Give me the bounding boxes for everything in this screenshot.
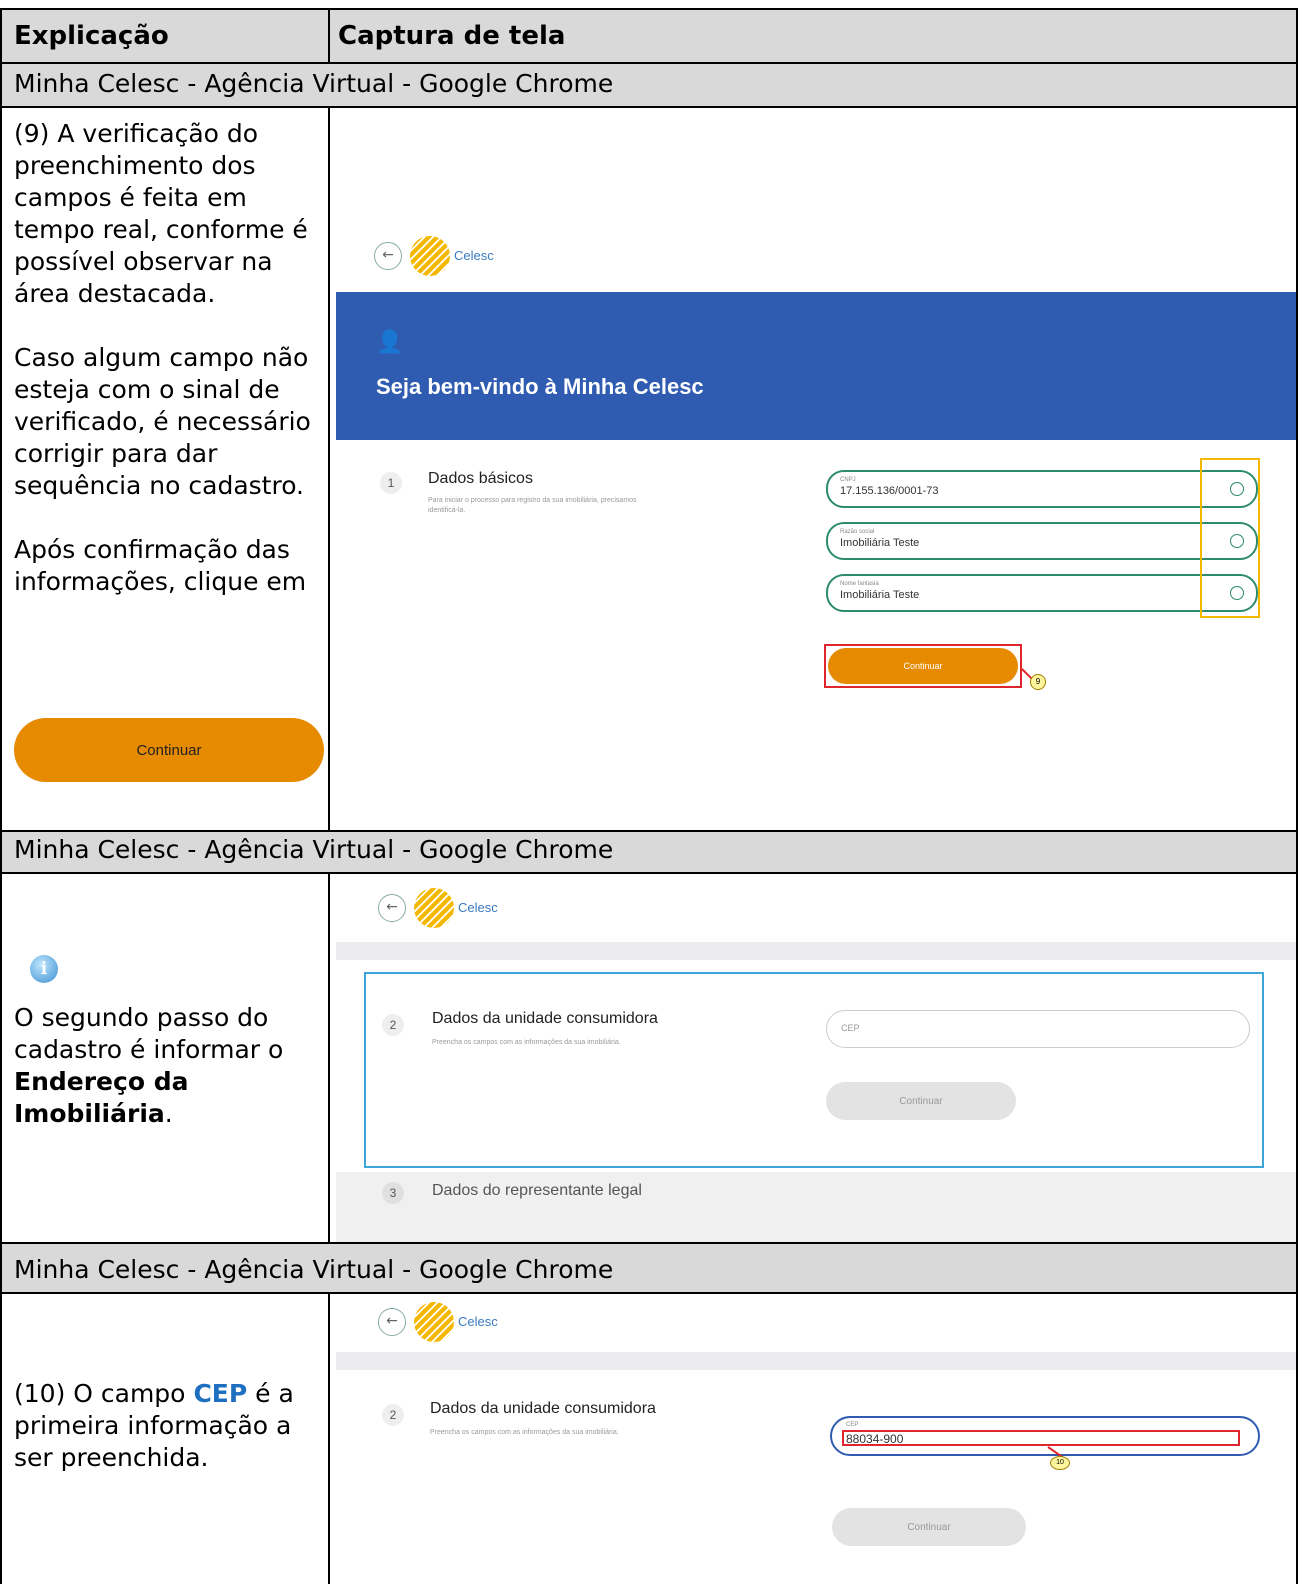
continue-button-disabled[interactable]: Continuar xyxy=(826,1082,1016,1120)
verification-highlight xyxy=(1200,458,1260,618)
back-arrow-icon[interactable]: ← xyxy=(378,894,406,922)
explanation-text-step2: O segundo passo do cadastro é informar o… xyxy=(14,1003,284,1128)
divider-band xyxy=(336,942,1296,960)
razao-social-field[interactable]: Razão social Imobiliária Teste xyxy=(826,522,1258,560)
back-arrow-icon[interactable]: ← xyxy=(378,1308,406,1336)
column-header-explanation: Explicação xyxy=(14,21,169,51)
paragraph: Após confirmação das informações, clique… xyxy=(14,535,307,596)
step-number: 3 xyxy=(382,1182,404,1204)
step3-title: Dados do representante legal xyxy=(432,1182,642,1199)
callout-badge-9: 9 xyxy=(1030,674,1046,690)
step-title: Dados da unidade consumidora xyxy=(430,1400,656,1417)
celesc-logo-icon xyxy=(414,888,454,928)
cnpj-field[interactable]: CNPJ 17.155.136/0001-73 xyxy=(826,470,1258,508)
info-icon: i xyxy=(30,955,58,983)
nome-fantasia-field[interactable]: Nome fantasia Imobiliária Teste xyxy=(826,574,1258,612)
step-number: 1 xyxy=(380,472,402,494)
window-title: Minha Celesc - Agência Virtual - Google … xyxy=(14,69,614,98)
screenshot-cep: ← Celesc 2 Dados da unidade consumidora … xyxy=(330,1294,1296,1584)
step-description: Preencha os campos com as informações da… xyxy=(430,1429,619,1436)
step-description: Preencha os campos com as informações da… xyxy=(432,1039,621,1046)
explanation-text-10: (10) O campo CEP é a primeira informação… xyxy=(14,1379,294,1472)
step-description: Para iniciar o processo para registro da… xyxy=(428,497,637,514)
bold-text: Endereço da Imobiliária xyxy=(14,1067,189,1128)
welcome-banner: 👤 Seja bem-vindo à Minha Celesc xyxy=(336,292,1296,440)
continue-button-disabled[interactable]: Continuar xyxy=(832,1508,1026,1546)
celesc-logo-text: Celesc xyxy=(458,1314,498,1329)
celesc-logo-text: Celesc xyxy=(454,248,494,263)
continue-button-illustration: Continuar xyxy=(14,718,324,782)
table-header xyxy=(2,10,1296,62)
explanation-text-9: (9) A verificação do preenchimento dos c… xyxy=(14,118,320,598)
step-title: Dados básicos xyxy=(428,470,533,487)
screenshot-step1: ← Celesc 👤 Seja bem-vindo à Minha Celesc… xyxy=(330,108,1296,830)
paragraph: (9) A verificação do preenchimento dos c… xyxy=(14,119,308,308)
window-title: Minha Celesc - Agência Virtual - Google … xyxy=(14,1255,614,1284)
window-title: Minha Celesc - Agência Virtual - Google … xyxy=(14,835,614,864)
add-user-icon: 👤 xyxy=(376,330,404,355)
celesc-logo-icon xyxy=(410,236,450,276)
paragraph: Caso algum campo não esteja com o sinal … xyxy=(14,343,311,500)
continue-label: Continuar xyxy=(136,741,202,759)
callout-badge-10: 10 xyxy=(1050,1456,1070,1470)
step-number: 2 xyxy=(382,1014,404,1036)
back-arrow-icon[interactable]: ← xyxy=(374,242,402,270)
celesc-logo-icon xyxy=(414,1302,454,1342)
active-step-box xyxy=(364,972,1264,1168)
cep-input[interactable]: CEP xyxy=(826,1010,1250,1048)
screenshot-step2: ← Celesc 2 Dados da unidade consumidora … xyxy=(330,874,1296,1242)
cep-highlight xyxy=(842,1430,1240,1446)
divider-band xyxy=(336,1352,1296,1370)
continue-highlight xyxy=(824,644,1022,688)
step-title: Dados da unidade consumidora xyxy=(432,1010,658,1027)
celesc-logo-text: Celesc xyxy=(458,900,498,915)
banner-title: Seja bem-vindo à Minha Celesc xyxy=(376,374,704,399)
highlight-cep: CEP xyxy=(193,1379,248,1408)
step-number: 2 xyxy=(382,1404,404,1426)
column-header-screenshot: Captura de tela xyxy=(338,21,566,51)
paragraph: O segundo passo do cadastro é informar o xyxy=(14,1003,284,1064)
